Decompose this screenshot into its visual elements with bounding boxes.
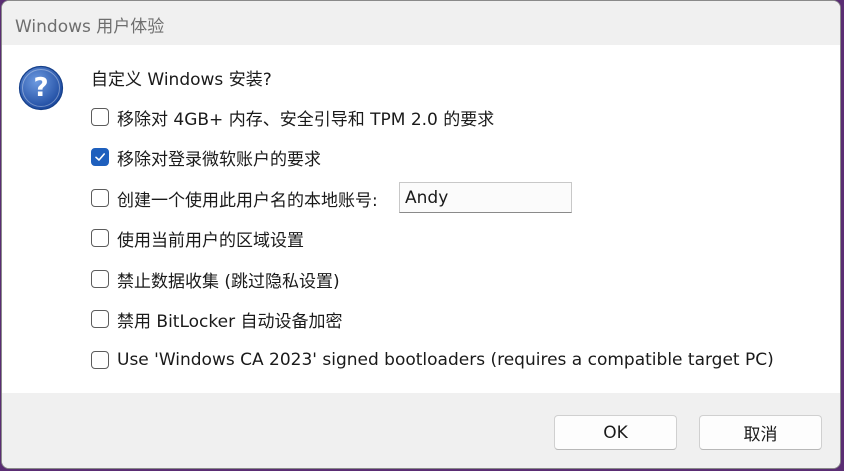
- checkbox-regional-settings[interactable]: [91, 229, 109, 247]
- option-label: 移除对登录微软账户的要求: [117, 149, 321, 170]
- question-icon: ?: [18, 65, 64, 111]
- checkbox-remove-hw-requirements[interactable]: [91, 108, 109, 126]
- option-label: 使用当前用户的区域设置: [117, 230, 304, 251]
- dialog-footer: OK 取消: [2, 393, 840, 468]
- window-title: Windows 用户体验: [15, 17, 165, 37]
- option-label: 禁止数据收集 (跳过隐私设置): [117, 271, 340, 292]
- svg-text:?: ?: [33, 73, 48, 103]
- option-disable-bitlocker[interactable]: 禁用 BitLocker 自动设备加密: [91, 307, 343, 332]
- checkbox-create-local-account[interactable]: [91, 189, 109, 207]
- checkmark-icon: [95, 153, 105, 161]
- option-create-local-account[interactable]: 创建一个使用此用户名的本地账号:: [91, 186, 378, 211]
- option-label: 移除对 4GB+ 内存、安全引导和 TPM 2.0 的要求: [117, 109, 495, 130]
- checkbox-disable-data-collection[interactable]: [91, 270, 109, 288]
- checkbox-remove-online-account[interactable]: [91, 148, 109, 166]
- username-input[interactable]: [399, 182, 572, 213]
- checkbox-disable-bitlocker[interactable]: [91, 310, 109, 328]
- option-remove-hw-requirements[interactable]: 移除对 4GB+ 内存、安全引导和 TPM 2.0 的要求: [91, 105, 495, 130]
- dialog-window: Windows 用户体验 ? 自定义 Windows 安装? 移除对 4GB+ …: [1, 0, 841, 469]
- cancel-button[interactable]: 取消: [699, 415, 822, 450]
- ok-button[interactable]: OK: [554, 415, 677, 450]
- checkbox-ca2023-bootloaders[interactable]: [91, 351, 109, 369]
- option-label: 禁用 BitLocker 自动设备加密: [117, 311, 343, 332]
- option-label: 创建一个使用此用户名的本地账号:: [117, 190, 378, 211]
- option-remove-online-account[interactable]: 移除对登录微软账户的要求: [91, 145, 321, 170]
- option-ca2023-bootloaders[interactable]: Use 'Windows CA 2023' signed bootloaders…: [91, 348, 774, 372]
- title-bar[interactable]: Windows 用户体验: [2, 1, 840, 45]
- dialog-content: ? 自定义 Windows 安装? 移除对 4GB+ 内存、安全引导和 TPM …: [2, 45, 840, 393]
- dialog-heading: 自定义 Windows 安装?: [91, 70, 272, 90]
- option-label: Use 'Windows CA 2023' signed bootloaders…: [117, 350, 774, 370]
- option-disable-data-collection[interactable]: 禁止数据收集 (跳过隐私设置): [91, 267, 340, 292]
- option-regional-settings[interactable]: 使用当前用户的区域设置: [91, 226, 304, 251]
